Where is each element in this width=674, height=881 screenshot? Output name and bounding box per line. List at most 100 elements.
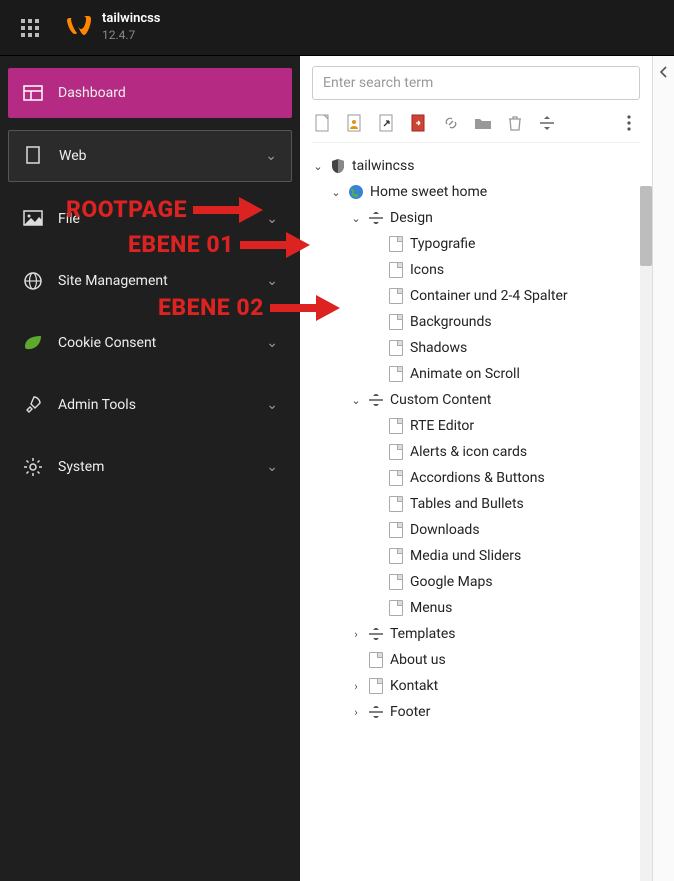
- sidebar-item-label: Site Management: [58, 273, 168, 289]
- tree-label: Downloads: [410, 522, 480, 538]
- chevron-right-icon[interactable]: ›: [350, 706, 362, 719]
- mount-page-icon[interactable]: [410, 114, 428, 132]
- globe-icon: [22, 270, 44, 292]
- sidebar-item-label: File: [58, 211, 80, 227]
- tree-label: Typografie: [410, 236, 475, 252]
- image-icon: [22, 208, 44, 230]
- sidebar-item-label: Cookie Consent: [58, 335, 156, 351]
- tree-item[interactable]: Tables and Bullets: [312, 491, 640, 517]
- page-icon: [388, 366, 404, 382]
- tree-item[interactable]: Alerts & icon cards: [312, 439, 640, 465]
- page-icon: [368, 678, 384, 694]
- tree-item[interactable]: Typografie: [312, 231, 640, 257]
- tree-kontakt[interactable]: › Kontakt: [312, 673, 640, 699]
- dashboard-icon: [22, 82, 44, 104]
- topbar: tailwincss 12.4.7: [0, 0, 674, 56]
- sidebar-item-dashboard[interactable]: Dashboard: [8, 68, 292, 118]
- gear-icon: [22, 456, 44, 478]
- tree-label: RTE Editor: [410, 418, 474, 434]
- tree-label: Templates: [390, 626, 456, 642]
- trash-icon[interactable]: [506, 114, 524, 132]
- chevron-down-icon: ⌄: [266, 459, 278, 475]
- tree-label: Accordions & Buttons: [410, 470, 545, 486]
- more-menu-icon[interactable]: [620, 114, 638, 132]
- folder-icon[interactable]: [474, 114, 492, 132]
- typo3-logo-icon: [64, 13, 92, 41]
- sidebar-item-admin-tools[interactable]: Admin Tools ⌄: [8, 380, 292, 430]
- sidebar-item-site-management[interactable]: Site Management ⌄: [8, 256, 292, 306]
- page-icon: [388, 418, 404, 434]
- apps-grid-icon[interactable]: [12, 10, 48, 46]
- tree-item[interactable]: Backgrounds: [312, 309, 640, 335]
- page-icon: [368, 652, 384, 668]
- page-icon: [388, 314, 404, 330]
- page-icon: [388, 288, 404, 304]
- sidebar-item-web[interactable]: Web ⌄: [8, 130, 292, 182]
- new-page-icon[interactable]: [314, 114, 332, 132]
- page-icon: [388, 236, 404, 252]
- shortcut-page-icon[interactable]: [378, 114, 396, 132]
- tree-home[interactable]: ⌄ Home sweet home: [312, 179, 640, 205]
- new-user-page-icon[interactable]: [346, 114, 364, 132]
- tree-label: Menus: [410, 600, 452, 616]
- link-icon[interactable]: [442, 114, 460, 132]
- tree-custom-content[interactable]: ⌄ Custom Content: [312, 387, 640, 413]
- app-version: 12.4.7: [102, 28, 161, 44]
- tree-footer[interactable]: › Footer: [312, 699, 640, 725]
- tree-label: Kontakt: [390, 678, 438, 694]
- tree-item[interactable]: Accordions & Buttons: [312, 465, 640, 491]
- tree-label: Tables and Bullets: [410, 496, 524, 512]
- tree-label: tailwincss: [352, 158, 414, 174]
- sidebar-item-system[interactable]: System ⌄: [8, 442, 292, 492]
- chevron-down-icon: ⌄: [266, 397, 278, 413]
- divider-page-icon[interactable]: [538, 114, 556, 132]
- tree-item[interactable]: Media und Sliders: [312, 543, 640, 569]
- chevron-down-icon: ⌄: [266, 335, 278, 351]
- page-icon: [388, 340, 404, 356]
- separator-icon: [368, 626, 384, 642]
- chevron-right-icon[interactable]: ›: [350, 680, 362, 693]
- chevron-down-icon: ⌄: [265, 148, 277, 164]
- brand: tailwincss 12.4.7: [64, 11, 161, 43]
- typo3-shield-icon: [330, 158, 346, 174]
- tree-item[interactable]: RTE Editor: [312, 413, 640, 439]
- chevron-down-icon[interactable]: ⌄: [312, 160, 324, 173]
- tree-label: Google Maps: [410, 574, 493, 590]
- chevron-down-icon[interactable]: ⌄: [350, 394, 362, 407]
- tree-item[interactable]: Animate on Scroll: [312, 361, 640, 387]
- page-icon: [388, 574, 404, 590]
- tree-label: About us: [390, 652, 446, 668]
- tree-label: Alerts & icon cards: [410, 444, 527, 460]
- tree-item[interactable]: Downloads: [312, 517, 640, 543]
- tree-label: Animate on Scroll: [410, 366, 520, 382]
- chevron-down-icon[interactable]: ⌄: [350, 212, 362, 225]
- tree-item[interactable]: Shadows: [312, 335, 640, 361]
- separator-icon: [368, 392, 384, 408]
- sidebar-item-label: Admin Tools: [58, 397, 136, 413]
- tree-item[interactable]: Icons: [312, 257, 640, 283]
- tree-about[interactable]: About us: [312, 647, 640, 673]
- chevron-right-icon[interactable]: ›: [350, 628, 362, 641]
- search-input[interactable]: [312, 66, 640, 100]
- sidebar-item-label: System: [58, 459, 104, 475]
- page-icon: [388, 548, 404, 564]
- sidebar-item-label: Web: [59, 148, 87, 164]
- tree-label: Custom Content: [390, 392, 491, 408]
- content-panel: ⌄ tailwincss ⌄ Home sweet home ⌄ Design …: [300, 56, 674, 881]
- tree-templates[interactable]: › Templates: [312, 621, 640, 647]
- globe-world-icon: [348, 184, 364, 200]
- sidebar-item-cookie-consent[interactable]: Cookie Consent ⌄: [8, 318, 292, 368]
- scrollbar-thumb[interactable]: [640, 186, 652, 266]
- tree-label: Backgrounds: [410, 314, 492, 330]
- collapse-panel-button[interactable]: [652, 56, 674, 881]
- tree-root[interactable]: ⌄ tailwincss: [312, 153, 640, 179]
- sidebar-item-file[interactable]: File ⌄: [8, 194, 292, 244]
- page-icon: [388, 444, 404, 460]
- page-icon: [23, 145, 45, 167]
- chevron-down-icon[interactable]: ⌄: [330, 186, 342, 199]
- tree-design[interactable]: ⌄ Design: [312, 205, 640, 231]
- tree-item[interactable]: Container und 2-4 Spalter: [312, 283, 640, 309]
- app-name: tailwincss: [102, 11, 161, 28]
- tree-item[interactable]: Google Maps: [312, 569, 640, 595]
- tree-item[interactable]: Menus: [312, 595, 640, 621]
